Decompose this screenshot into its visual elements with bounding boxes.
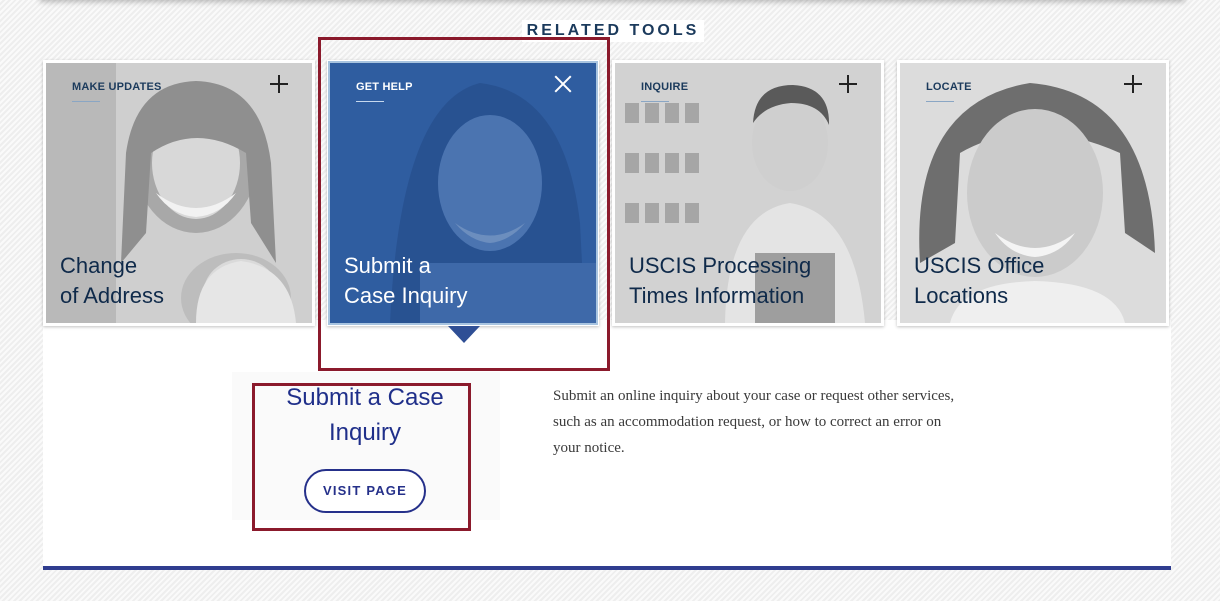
highlight-active-card <box>318 37 610 371</box>
category-underline <box>926 101 954 102</box>
category-underline <box>641 101 669 102</box>
card-title: Change of Address <box>60 251 310 311</box>
card-title-line: Locations <box>914 283 1009 308</box>
card-processing-times[interactable]: INQUIRE USCIS Processing Times Informati… <box>612 60 884 326</box>
category-underline <box>72 101 100 102</box>
bottom-divider <box>43 566 1171 570</box>
detail-description-line: Submit an online inquiry about your case… <box>553 388 955 404</box>
card-image-area: MAKE UPDATES Change of Address <box>46 63 312 323</box>
detail-description-line: your notice. <box>553 440 625 456</box>
card-title: USCIS Processing Times Information <box>629 251 879 311</box>
card-change-of-address[interactable]: MAKE UPDATES Change of Address <box>43 60 315 326</box>
card-image-area: LOCATE USCIS Office Locations <box>900 63 1166 323</box>
detail-description: Submit an online inquiry about your case… <box>553 383 1013 461</box>
plus-icon[interactable] <box>270 75 288 93</box>
card-category: INQUIRE <box>641 81 689 93</box>
card-title-line: of Address <box>60 283 164 308</box>
card-office-locations[interactable]: LOCATE USCIS Office Locations <box>897 60 1169 326</box>
highlight-detail <box>252 383 471 531</box>
card-title-line: Change <box>60 253 138 278</box>
detail-description-line: such as an accommodation request, or how… <box>553 414 942 430</box>
card-category: LOCATE <box>926 81 972 93</box>
card-image-area: INQUIRE USCIS Processing Times Informati… <box>615 63 881 323</box>
plus-icon[interactable] <box>839 75 857 93</box>
card-title-line: USCIS Office <box>914 253 1045 278</box>
card-title: USCIS Office Locations <box>914 251 1164 311</box>
card-title-line: Times Information <box>629 283 805 308</box>
card-title-line: USCIS Processing <box>629 253 812 278</box>
plus-icon[interactable] <box>1124 75 1142 93</box>
card-category: MAKE UPDATES <box>72 81 162 93</box>
